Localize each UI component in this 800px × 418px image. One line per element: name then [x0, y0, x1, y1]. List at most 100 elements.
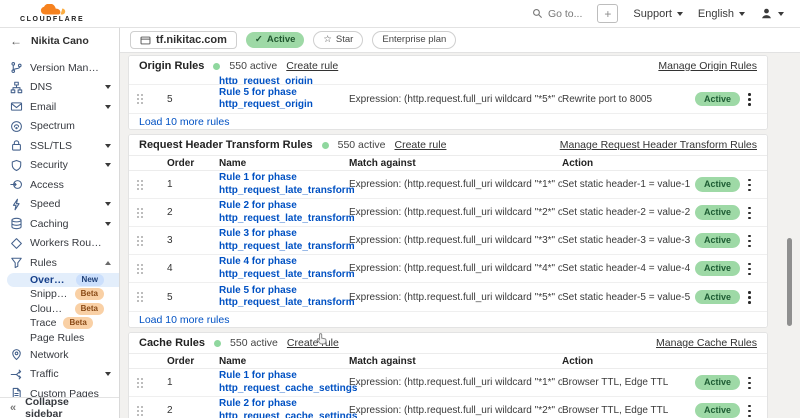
section-title: Origin Rules	[139, 60, 204, 72]
rule-name-link[interactable]: Rule 2 for phasehttp_request_late_transf…	[219, 200, 349, 225]
sidebar-item-trace[interactable]: Trace Beta	[0, 316, 119, 331]
rule-name-link[interactable]: Rule 4 for phasehttp_request_late_transf…	[219, 256, 349, 281]
drag-handle-icon[interactable]	[137, 207, 145, 219]
rule-name-link[interactable]: Rule 5 for phasehttp_request_origin	[219, 87, 349, 112]
nav-badge: New	[76, 274, 104, 286]
sidebar-item-speed[interactable]: Speed	[0, 195, 119, 215]
section-header: Origin Rules 550 active Create rule Mana…	[129, 56, 767, 76]
rule-status-badge: Active	[695, 403, 740, 418]
rule-match-expression: Expression: (http.request.full_uri wildc…	[349, 207, 562, 218]
sidebar-item-ssl-tls[interactable]: SSL/TLS	[0, 136, 119, 156]
sidebar-item-dns[interactable]: DNS	[0, 78, 119, 98]
rule-status-badge: Active	[695, 233, 740, 248]
drag-handle-icon[interactable]	[137, 291, 145, 303]
sidebar-item-version-management[interactable]: Version Management	[0, 58, 119, 78]
load-more-link[interactable]: Load 10 more rules	[129, 311, 767, 327]
rule-name-link[interactable]: Rule 3 for phasehttp_request_late_transf…	[219, 228, 349, 253]
site-header-bar: tf.nikitac.com ✓ Active ☆ Star Enterpris…	[120, 28, 800, 53]
network-icon	[10, 348, 23, 361]
sidebar-item-page-rules[interactable]: Page Rules	[0, 331, 119, 346]
sidebar-item-access[interactable]: Access	[0, 175, 119, 195]
active-dot-icon	[213, 63, 220, 70]
user-account-menu[interactable]	[760, 7, 784, 20]
sidebar-item-email[interactable]: Email	[0, 97, 119, 117]
rule-name-link[interactable]: Rule 1 for phasehttp_request_cache_setti…	[219, 370, 349, 395]
sidebar-item-caching[interactable]: Caching	[0, 214, 119, 234]
table-row: 5 Rule 5 for phasehttp_request_origin Ex…	[129, 85, 767, 113]
star-button[interactable]: ☆ Star	[313, 31, 363, 48]
drag-handle-icon[interactable]	[137, 93, 145, 105]
rule-status-badge: Active	[695, 375, 740, 390]
drag-handle-icon[interactable]	[137, 179, 145, 191]
load-more-link[interactable]: Load 10 more rules	[129, 113, 767, 129]
check-icon: ✓	[255, 34, 263, 46]
kebab-menu-icon[interactable]	[742, 376, 756, 390]
create-rule-link[interactable]: Create rule	[395, 139, 447, 151]
table-row: 3 Rule 3 for phasehttp_request_late_tran…	[129, 227, 767, 255]
drag-handle-icon[interactable]	[137, 235, 145, 247]
manage-origin-rules-link[interactable]: Manage Origin Rules	[658, 60, 757, 72]
kebab-menu-icon[interactable]	[742, 206, 756, 220]
column-match: Match against	[349, 158, 562, 169]
kebab-menu-icon[interactable]	[742, 262, 756, 276]
chevron-down-icon	[105, 202, 111, 206]
column-name: Name	[219, 356, 349, 367]
kebab-menu-icon[interactable]	[742, 178, 756, 192]
rule-name-link[interactable]: Rule 5 for phasehttp_request_late_transf…	[219, 285, 349, 310]
sidebar-item-rules[interactable]: Rules	[0, 253, 119, 273]
create-rule-link[interactable]: Create rule	[287, 337, 339, 349]
collapse-sidebar-button[interactable]: « Collapse sidebar	[0, 397, 119, 418]
kebab-menu-icon[interactable]	[742, 92, 756, 106]
chevron-down-icon	[105, 222, 111, 226]
drag-handle-icon[interactable]	[137, 377, 145, 389]
rule-match-expression: Expression: (http.request.full_uri wildc…	[349, 179, 562, 190]
global-search[interactable]: Go to...	[532, 8, 582, 20]
sidebar-item-workers-routes[interactable]: Workers Routes	[0, 234, 119, 254]
kebab-menu-icon[interactable]	[742, 290, 756, 304]
cloudflare-logo-text: CLOUDFLARE	[20, 16, 84, 23]
language-label: English	[698, 8, 734, 20]
workers-icon	[10, 237, 23, 250]
sidebar-item-spectrum[interactable]: Spectrum	[0, 117, 119, 137]
manage-cache-rules-link[interactable]: Manage Cache Rules	[656, 337, 757, 349]
rule-match-expression: Expression: (http.request.full_uri wildc…	[349, 292, 562, 303]
rule-action: Browser TTL, Edge TTL	[562, 405, 695, 416]
kebab-menu-icon[interactable]	[742, 234, 756, 248]
drag-handle-icon[interactable]	[137, 263, 145, 275]
manage-request-header-transform-rules-link[interactable]: Manage Request Header Transform Rules	[560, 139, 757, 151]
rule-name-link[interactable]: http_request_origin	[219, 76, 349, 85]
table-row: 4 Rule 4 for phasehttp_request_late_tran…	[129, 255, 767, 283]
sidebar-item-snippets[interactable]: Snippets Beta	[0, 287, 119, 302]
table-row: 2 Rule 2 for phasehttp_request_cache_set…	[129, 397, 767, 418]
table-column-headers: Order Name Match against Action	[129, 155, 767, 171]
account-name: Nikita Cano	[31, 35, 89, 47]
drag-handle-icon[interactable]	[137, 405, 145, 417]
chevron-down-icon	[105, 105, 111, 109]
back-arrow-icon[interactable]: ←	[10, 34, 22, 48]
top-navigation-bar: CLOUDFLARE Go to... + Support English	[0, 0, 800, 28]
support-menu[interactable]: Support	[633, 8, 683, 20]
rule-name-link[interactable]: Rule 2 for phasehttp_request_cache_setti…	[219, 398, 349, 418]
sidebar-item-network[interactable]: Network	[0, 345, 119, 365]
lightning-icon	[10, 198, 23, 211]
rule-order: 2	[157, 405, 219, 416]
sidebar-item-traffic[interactable]: Traffic	[0, 365, 119, 385]
rule-order: 4	[157, 263, 219, 274]
vertical-scrollbar-thumb[interactable]	[787, 238, 792, 326]
sidebar-item-security[interactable]: Security	[0, 156, 119, 176]
domain-selector[interactable]: tf.nikitac.com	[130, 31, 237, 49]
column-action: Action	[562, 158, 695, 169]
table-row: 5 Rule 5 for phasehttp_request_late_tran…	[129, 283, 767, 311]
add-button[interactable]: +	[597, 4, 618, 23]
sidebar-item-cloud-connector[interactable]: Cloud Connector Beta	[0, 302, 119, 317]
rule-name-link[interactable]: Rule 1 for phasehttp_request_late_transf…	[219, 172, 349, 197]
kebab-menu-icon[interactable]	[742, 404, 756, 418]
collapse-icon: «	[10, 402, 16, 414]
create-rule-link[interactable]: Create rule	[286, 60, 338, 72]
language-menu[interactable]: English	[698, 8, 745, 20]
dns-icon	[10, 81, 23, 94]
account-header[interactable]: ← Nikita Cano	[0, 28, 119, 53]
column-action: Action	[562, 356, 695, 367]
cloudflare-logo[interactable]: CLOUDFLARE	[20, 4, 84, 23]
sidebar-item-overview[interactable]: Overview New	[7, 273, 119, 288]
